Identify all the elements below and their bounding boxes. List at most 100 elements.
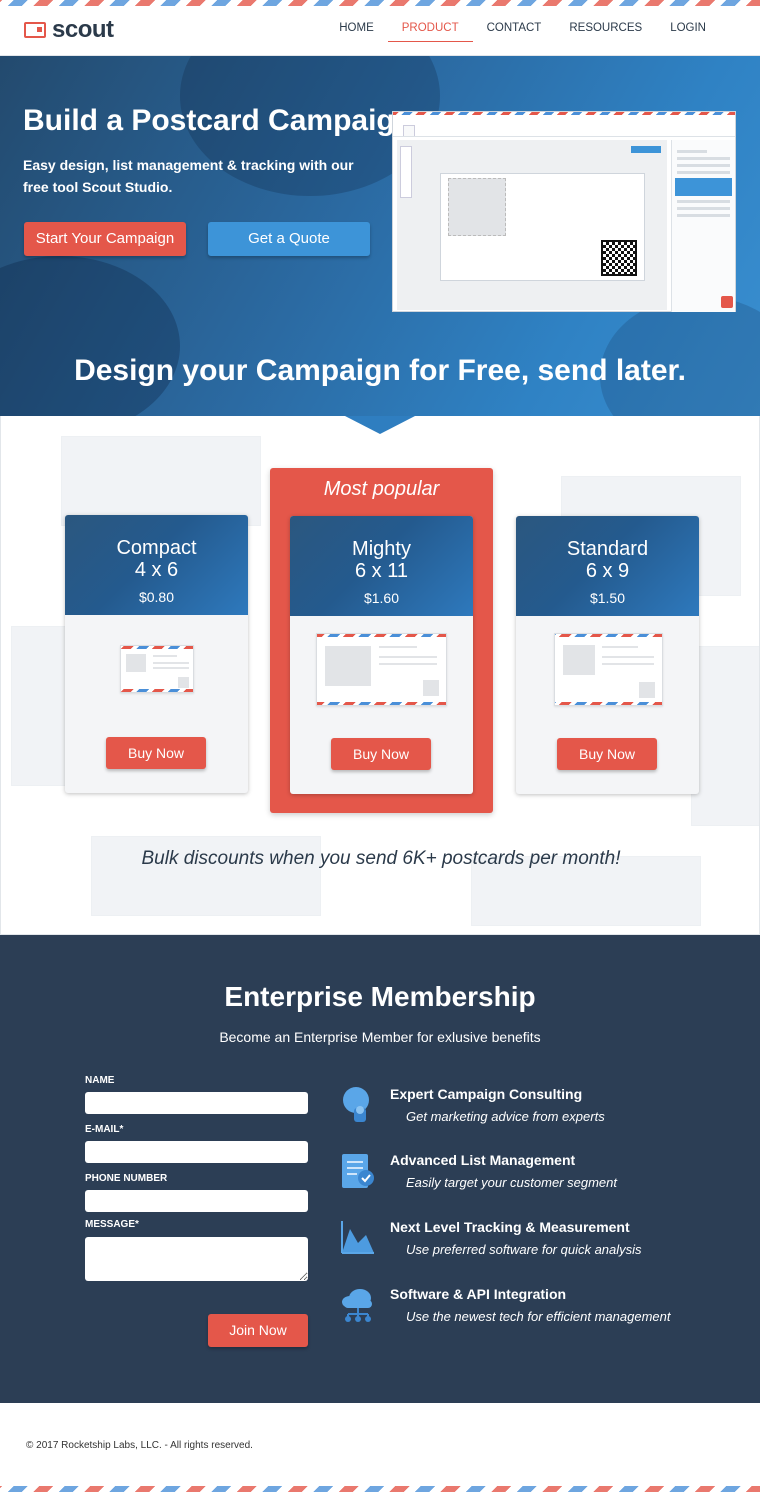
postcard-text-line [379, 663, 437, 665]
mock-text-line [677, 214, 730, 217]
feature-description: Use preferred software for quick analysi… [406, 1242, 642, 1257]
enterprise-section: Enterprise Membership Become an Enterpri… [0, 935, 760, 1403]
postcard-illustration [120, 645, 194, 693]
postcard-stamp-placeholder [423, 680, 439, 696]
pricing-section: Most popular Compact 4 x 6 $0.80 Buy Now… [0, 416, 760, 935]
airmail-stripe-bottom [0, 1486, 760, 1492]
mock-text-line [677, 207, 730, 210]
mock-tab [433, 125, 443, 136]
postcard-stripe [121, 689, 193, 692]
postcard-illustration [316, 633, 447, 706]
plan-header: Compact 4 x 6 $0.80 [65, 515, 248, 615]
main-nav: HOME PRODUCT CONTACT RESOURCES LOGIN [325, 20, 720, 42]
mock-sidebar [671, 140, 735, 312]
postcard-image-placeholder [563, 645, 595, 675]
postcard-image-placeholder [325, 646, 371, 686]
message-textarea[interactable] [85, 1237, 308, 1281]
plan-size: 6 x 9 [585, 560, 630, 582]
postcard-stripe [555, 634, 662, 637]
background-ghost-card [61, 436, 261, 526]
hero-subtitle: Easy design, list management & tracking … [23, 157, 354, 195]
postcard-stamp-placeholder [178, 677, 189, 688]
enterprise-title: Enterprise Membership [224, 981, 536, 1012]
feature-description: Use the newest tech for efficient manage… [406, 1309, 671, 1324]
mock-text-line [677, 157, 730, 160]
background-ghost-card [691, 646, 759, 826]
plan-price: $1.50 [589, 590, 626, 606]
plan-size: 6 x 11 [355, 560, 408, 582]
nav-product[interactable]: PRODUCT [387, 20, 473, 42]
plan-card-mighty: Mighty 6 x 11 $1.60 Buy Now [290, 516, 473, 794]
hero-section: Build a Postcard Campaign Easy design, l… [0, 56, 760, 416]
logo-text: scout [52, 16, 114, 43]
email-label: E-MAIL* [85, 1124, 124, 1135]
mock-text-line [677, 171, 730, 174]
postcard-stripe [555, 702, 662, 705]
mock-text-line [677, 150, 707, 153]
postcard-text-line [153, 667, 189, 669]
postcard-text-line [602, 646, 638, 648]
feature-description: Get marketing advice from experts [406, 1109, 605, 1124]
postcard-text-line [379, 646, 417, 648]
postcard-text-line [602, 656, 654, 658]
postcard-stripe [121, 646, 193, 649]
mock-tab [403, 125, 415, 136]
logo[interactable]: scout [24, 16, 114, 44]
buy-now-button-standard[interactable]: Buy Now [557, 738, 657, 770]
mock-text-line [677, 200, 730, 203]
get-quote-button[interactable]: Get a Quote [208, 222, 370, 256]
mock-tab [447, 125, 457, 136]
list-check-icon [342, 1154, 374, 1188]
qr-code-icon [601, 240, 637, 276]
plan-name: Mighty [352, 538, 411, 560]
nav-login[interactable]: LOGIN [656, 20, 720, 42]
start-campaign-button[interactable]: Start Your Campaign [24, 222, 186, 256]
phone-input[interactable] [85, 1190, 308, 1212]
plan-header: Mighty 6 x 11 $1.60 [290, 516, 473, 616]
feature-title: Expert Campaign Consulting [390, 1086, 583, 1102]
name-input[interactable] [85, 1092, 308, 1114]
buy-now-button-compact[interactable]: Buy Now [106, 737, 206, 769]
plan-name: Standard [566, 538, 649, 560]
mock-toolbar [400, 146, 412, 198]
mock-toggle [631, 146, 661, 153]
postcard-stripe [317, 702, 446, 705]
postcard-illustration [554, 633, 663, 706]
join-now-button[interactable]: Join Now [208, 1314, 308, 1347]
plan-name: Compact [116, 537, 197, 559]
plan-size: 4 x 6 [134, 559, 179, 581]
consulting-head-icon [343, 1087, 369, 1122]
mock-tab [419, 125, 429, 136]
phone-label: PHONE NUMBER [85, 1173, 168, 1184]
site-footer: © 2017 Rocketship Labs, LLC. - All right… [0, 1403, 760, 1486]
name-label: NAME [85, 1075, 115, 1086]
plan-card-standard: Standard 6 x 9 $1.50 Buy Now [516, 516, 699, 794]
postcard-stamp-placeholder [639, 682, 655, 698]
image-placeholder-icon [448, 178, 506, 236]
postcard-text-line [153, 655, 177, 657]
buy-now-button-mighty[interactable]: Buy Now [331, 738, 431, 770]
email-input[interactable] [85, 1141, 308, 1163]
site-header: scout HOME PRODUCT CONTACT RESOURCES LOG… [0, 6, 760, 56]
copyright-text: © 2017 Rocketship Labs, LLC. - All right… [26, 1440, 253, 1451]
postcard-stripe [317, 634, 446, 637]
postcard-image-placeholder [126, 654, 146, 672]
cloud-network-icon [342, 1289, 372, 1322]
feature-title: Next Level Tracking & Measurement [390, 1219, 630, 1235]
plan-price: $0.80 [138, 589, 175, 605]
section-notch [345, 416, 415, 434]
hero-tagline: Design your Campaign for Free, send late… [74, 354, 686, 387]
postcard-logo-icon [24, 22, 46, 38]
area-chart-icon [341, 1221, 374, 1254]
mock-tabs [393, 125, 735, 137]
nav-contact[interactable]: CONTACT [473, 20, 556, 42]
feature-title: Advanced List Management [390, 1152, 576, 1168]
nav-resources[interactable]: RESOURCES [555, 20, 656, 42]
nav-home[interactable]: HOME [325, 20, 388, 42]
feature-description: Easily target your customer segment [406, 1175, 617, 1190]
chat-icon [721, 296, 733, 308]
scout-studio-screenshot [392, 111, 736, 312]
feature-title: Software & API Integration [390, 1286, 567, 1302]
hero-background-shape [0, 256, 180, 416]
hero-title: Build a Postcard Campaign [23, 104, 414, 137]
